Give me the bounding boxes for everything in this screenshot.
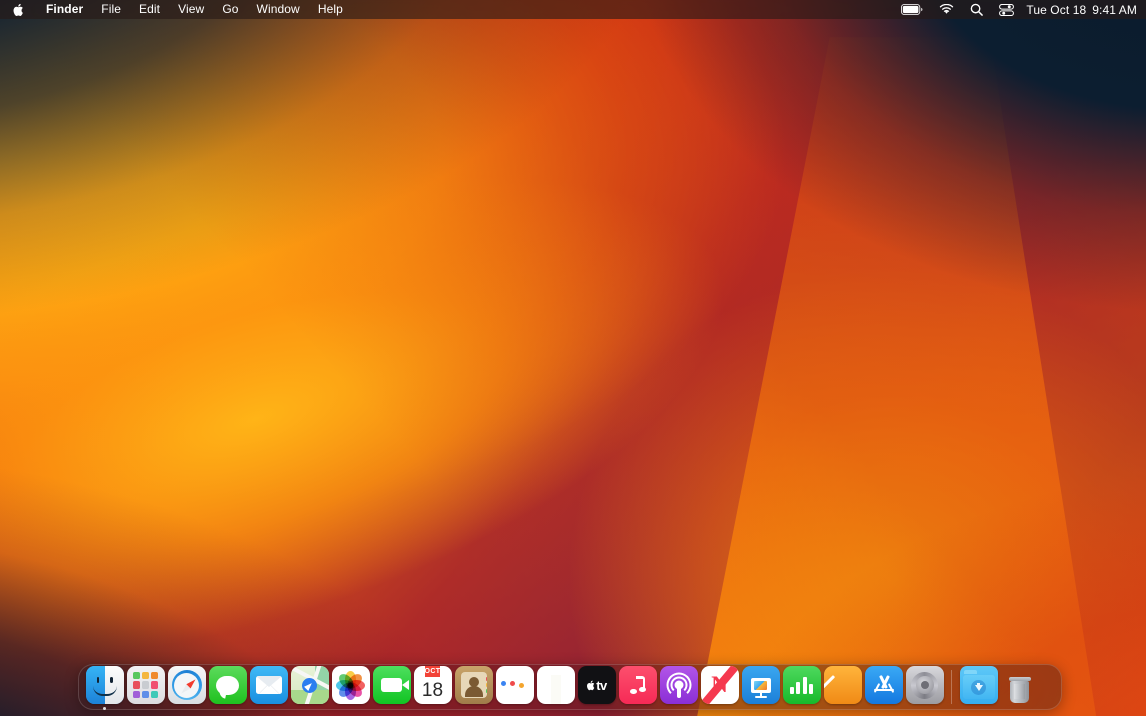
menu-item-go[interactable]: Go xyxy=(213,0,247,19)
menu-item-edit[interactable]: Edit xyxy=(130,0,169,19)
reminders-icon xyxy=(495,666,534,704)
dock: OCT 18 tv N xyxy=(78,664,1062,710)
running-indicator-dot xyxy=(102,706,107,710)
dock-item-news[interactable]: N xyxy=(699,664,740,710)
dock-item-photos[interactable] xyxy=(330,664,371,710)
dock-item-keynote[interactable] xyxy=(740,664,781,710)
launchpad-icon xyxy=(126,666,165,704)
apple-tv-label: tv xyxy=(596,677,607,693)
calendar-month-label: OCT xyxy=(424,666,441,677)
dock-item-calendar[interactable]: OCT 18 xyxy=(412,664,453,710)
dock-item-contacts[interactable] xyxy=(453,664,494,710)
news-letter: N xyxy=(711,672,728,697)
podcasts-icon xyxy=(659,666,698,704)
dock-item-messages[interactable] xyxy=(207,664,248,710)
wifi-icon[interactable] xyxy=(939,4,954,15)
messages-icon xyxy=(208,666,247,704)
wallpaper-vignette xyxy=(0,0,1146,716)
menu-bar-clock[interactable]: Tue Oct 18 9:41 AM xyxy=(1026,3,1137,17)
contacts-icon xyxy=(454,666,493,704)
dock-item-safari[interactable] xyxy=(166,664,207,710)
control-center-icon[interactable] xyxy=(999,3,1015,16)
photos-icon xyxy=(331,666,370,704)
mail-icon xyxy=(249,666,288,704)
dock-item-finder[interactable] xyxy=(84,664,125,710)
numbers-icon xyxy=(782,666,821,704)
calendar-icon: OCT 18 xyxy=(413,666,452,704)
maps-icon xyxy=(290,666,329,704)
dock-item-facetime[interactable] xyxy=(371,664,412,710)
menu-item-help[interactable]: Help xyxy=(309,0,352,19)
dock-item-music[interactable] xyxy=(617,664,658,710)
system-settings-icon xyxy=(905,666,944,704)
dock-item-launchpad[interactable] xyxy=(125,664,166,710)
app-store-icon xyxy=(864,666,903,704)
apple-tv-icon: tv xyxy=(577,666,616,704)
desktop-wallpaper xyxy=(0,0,1146,716)
menu-item-window[interactable]: Window xyxy=(248,0,309,19)
menu-item-view[interactable]: View xyxy=(169,0,213,19)
dock-item-system-settings[interactable] xyxy=(904,664,945,710)
news-icon: N xyxy=(700,666,739,704)
dock-item-downloads[interactable] xyxy=(958,664,999,710)
dock-item-reminders[interactable] xyxy=(494,664,535,710)
dock-item-notes[interactable] xyxy=(535,664,576,710)
dock-item-trash[interactable] xyxy=(999,664,1040,710)
facetime-icon xyxy=(372,666,411,704)
dock-item-apple-tv[interactable]: tv xyxy=(576,664,617,710)
menu-item-file[interactable]: File xyxy=(92,0,130,19)
menu-bar-left: Finder File Edit View Go Window Help xyxy=(0,0,352,19)
dock-item-app-store[interactable] xyxy=(863,664,904,710)
menu-item-finder[interactable]: Finder xyxy=(37,0,92,19)
dock-separator xyxy=(951,670,952,704)
clock-time: 9:41 AM xyxy=(1092,2,1137,17)
pages-icon xyxy=(823,666,862,704)
menu-bar: Finder File Edit View Go Window Help Tue… xyxy=(0,0,1146,19)
battery-icon[interactable] xyxy=(901,4,923,15)
downloads-folder-icon xyxy=(959,666,998,704)
notes-icon xyxy=(536,666,575,704)
search-icon[interactable] xyxy=(970,3,984,16)
apple-logo-icon[interactable] xyxy=(12,3,24,17)
safari-icon xyxy=(167,666,206,704)
finder-icon xyxy=(85,666,124,704)
dock-item-maps[interactable] xyxy=(289,664,330,710)
dock-item-numbers[interactable] xyxy=(781,664,822,710)
dock-item-pages[interactable] xyxy=(822,664,863,710)
music-icon xyxy=(618,666,657,704)
keynote-icon xyxy=(741,666,780,704)
calendar-day-label: 18 xyxy=(421,680,444,701)
clock-date: Tue Oct 18 xyxy=(1026,2,1087,17)
menu-bar-status-area: Tue Oct 18 9:41 AM xyxy=(893,3,1146,17)
trash-icon xyxy=(1001,666,1039,704)
dock-item-mail[interactable] xyxy=(248,664,289,710)
dock-item-podcasts[interactable] xyxy=(658,664,699,710)
